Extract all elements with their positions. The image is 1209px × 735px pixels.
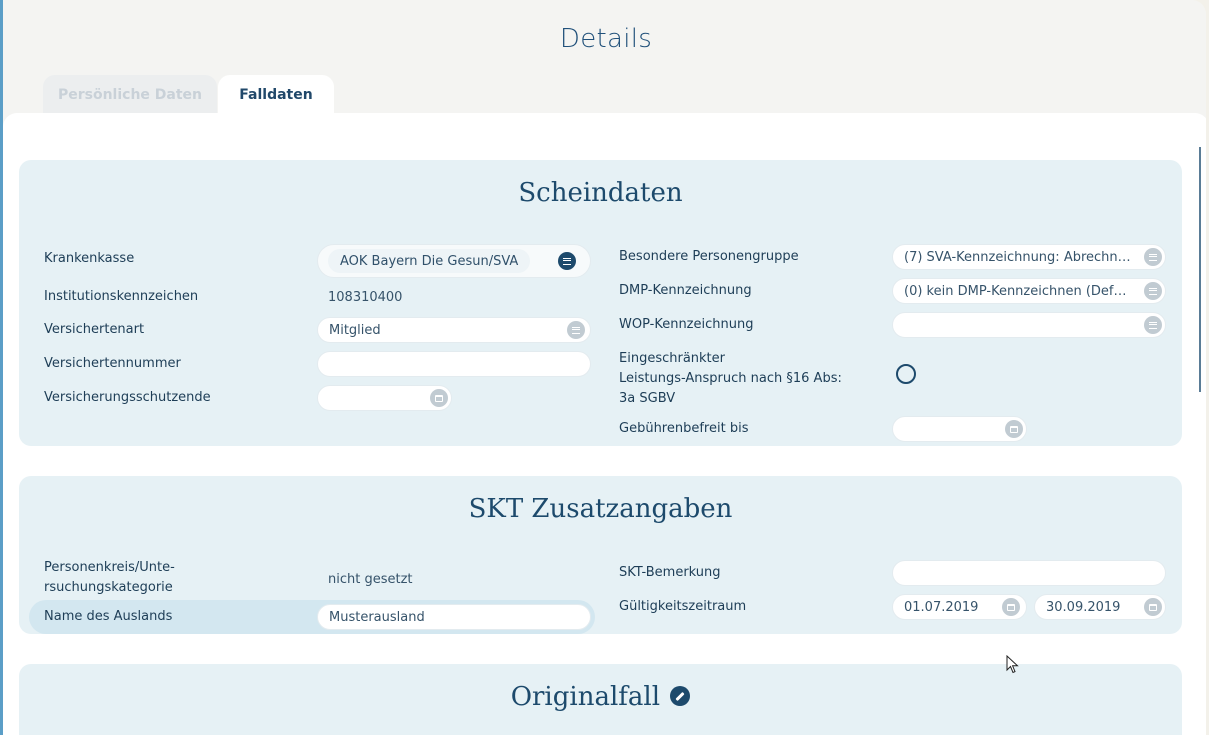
skt-title: SKT Zusatzangaben (468, 494, 733, 524)
calendar-icon[interactable] (1005, 420, 1023, 438)
skt-panel: SKT Zusatzangaben Personenkreis/Unte- rs… (19, 476, 1182, 634)
list-icon[interactable] (558, 252, 576, 270)
details-window: Details Persönliche Daten Falldaten Sche… (0, 0, 1206, 735)
page-title: Details (559, 24, 653, 54)
tab-falldaten[interactable]: Falldaten (218, 75, 334, 115)
personengruppe-select[interactable]: (7) SVA-Kennzeichnung: Abrechnun... (892, 244, 1166, 270)
personenkreis-label-1: Personenkreis/Unte- (44, 560, 175, 575)
ausland-value: Musterausland (329, 609, 425, 625)
tab-persoenliche-daten[interactable]: Persönliche Daten (43, 75, 217, 115)
gueltigkeit-from-input[interactable]: 01.07.2019 (892, 594, 1027, 620)
pencil-icon[interactable] (670, 686, 691, 706)
wop-label: WOP-Kennzeichnung (619, 317, 754, 332)
ik-label: Institutionskennzeichen (44, 289, 199, 304)
krankenkasse-value: AOK Bayern Die Gesun/SVA (340, 253, 519, 269)
versichertennummer-label: Versichertennummer (44, 356, 181, 371)
calendar-icon[interactable] (430, 389, 448, 407)
calendar-icon[interactable] (1002, 598, 1020, 616)
eingeschraenkt-radio[interactable] (896, 364, 916, 384)
dmp-select[interactable]: (0) kein DMP-Kennzeichnen (Default... (892, 278, 1166, 304)
gueltigkeit-to-input[interactable]: 30.09.2019 (1034, 594, 1166, 620)
tab-content: Scheindaten Krankenkasse AOK Bayern Die … (3, 113, 1206, 735)
krankenkasse-label: Krankenkasse (44, 251, 135, 266)
eingeschraenkt-label-3: 3a SGBV (619, 391, 676, 406)
ausland-input[interactable]: Musterausland (317, 604, 591, 630)
ausland-label: Name des Auslands (44, 609, 173, 624)
originalfall-title: Originalfall (510, 682, 661, 712)
personenkreis-label-2: rsuchungskategorie (44, 580, 173, 595)
wop-select[interactable] (892, 312, 1166, 338)
dmp-value: (0) kein DMP-Kennzeichnen (Default... (904, 283, 1132, 299)
list-icon[interactable] (1144, 316, 1162, 334)
calendar-icon[interactable] (1144, 598, 1162, 616)
skt-bemerkung-label: SKT-Bemerkung (619, 565, 721, 580)
schutzende-date-input[interactable] (317, 385, 452, 411)
eingeschraenkt-label-1: Eingeschränkter (619, 351, 725, 366)
gueltigkeit-from-value: 01.07.2019 (904, 599, 979, 615)
eingeschraenkt-label-2: Leistungs-Anspruch nach §16 Abs: (619, 371, 842, 386)
scrollbar-thumb[interactable] (1199, 147, 1201, 392)
gebuehrenbefreit-label: Gebührenbefreit bis (619, 421, 749, 436)
skt-bemerkung-input[interactable] (892, 560, 1166, 586)
mouse-cursor-icon (1006, 655, 1019, 674)
list-icon[interactable] (567, 321, 585, 339)
gueltigkeit-to-value: 30.09.2019 (1046, 599, 1121, 615)
personengruppe-value: (7) SVA-Kennzeichnung: Abrechnun... (904, 249, 1132, 265)
personenkreis-value: nicht gesetzt (328, 572, 413, 587)
scheindaten-title: Scheindaten (518, 178, 683, 208)
krankenkasse-field[interactable]: AOK Bayern Die Gesun/SVA (317, 244, 591, 278)
schutzende-label: Versicherungsschutzende (44, 390, 211, 405)
versichertennummer-input[interactable] (317, 351, 591, 377)
versichertenart-label: Versichertenart (44, 322, 145, 337)
dmp-label: DMP-Kennzeichnung (619, 283, 752, 298)
originalfall-heading: Originalfall (19, 682, 1182, 712)
gebuehrenbefreit-date-input[interactable] (892, 416, 1027, 442)
list-icon[interactable] (1144, 282, 1162, 300)
ik-value: 108310400 (328, 290, 403, 305)
gueltigkeit-label: Gültigkeitszeitraum (619, 599, 747, 614)
krankenkasse-chip: AOK Bayern Die Gesun/SVA (328, 249, 531, 273)
personengruppe-label: Besondere Personengruppe (619, 249, 799, 264)
list-icon[interactable] (1144, 248, 1162, 266)
versichertenart-value: Mitglied (329, 322, 381, 338)
scheindaten-panel: Scheindaten Krankenkasse AOK Bayern Die … (19, 160, 1182, 446)
versichertenart-select[interactable]: Mitglied (317, 317, 591, 343)
